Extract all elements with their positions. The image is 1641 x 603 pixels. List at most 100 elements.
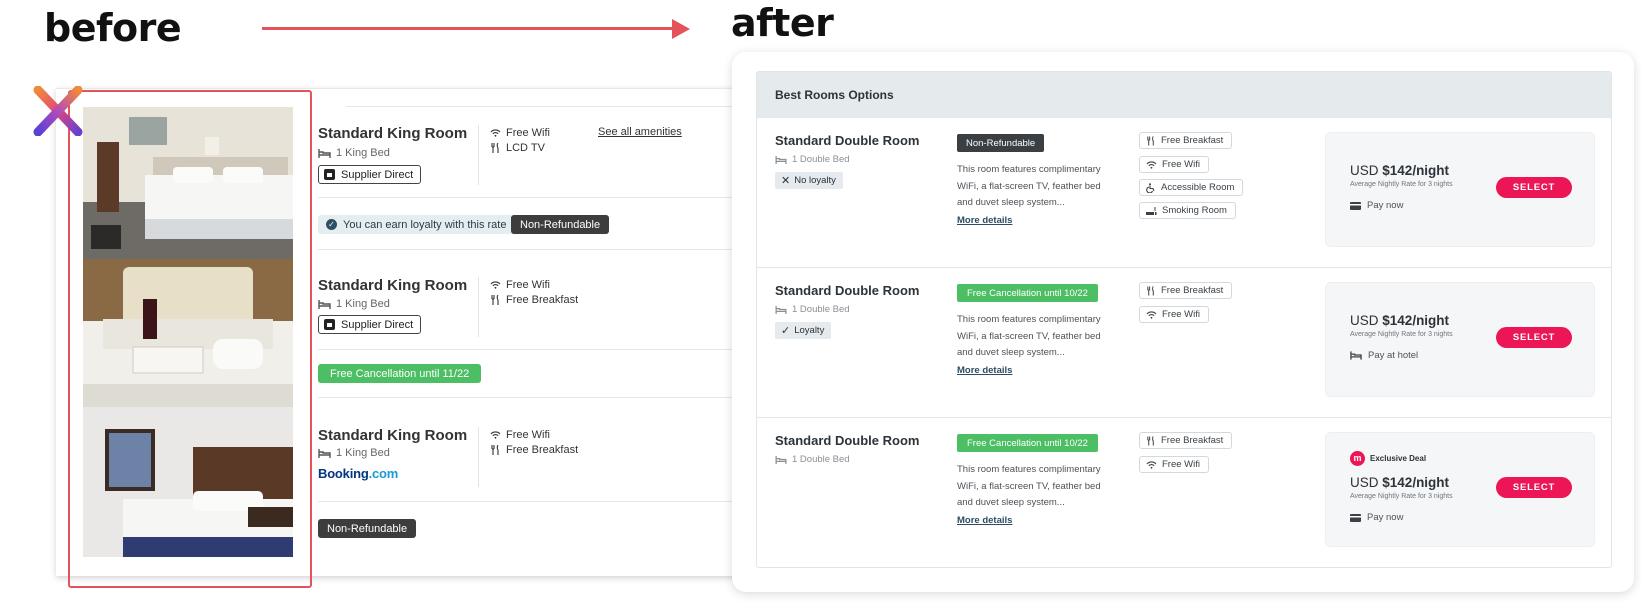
cutlery-icon	[1146, 435, 1156, 446]
bed-info: 1 King Bed	[318, 147, 390, 159]
amenity-label: Free Breakfast	[506, 444, 579, 456]
supplier-icon	[324, 319, 335, 330]
credit-card-icon	[1350, 201, 1361, 210]
select-button[interactable]: SELECT	[1496, 327, 1572, 348]
exclusive-deal-badge: m Exclusive Deal	[1350, 451, 1426, 466]
check-icon: ✓	[326, 219, 337, 230]
room-options-card: Best Rooms Options Standard Double Room …	[756, 71, 1612, 568]
amenity-breakfast: Free Breakfast	[490, 444, 578, 456]
bed-info: 1 Double Bed	[775, 154, 850, 165]
before-room-3: Standard King Room 1 King Bed Booking.co…	[318, 407, 736, 557]
currency: USD	[1350, 163, 1379, 178]
bed-info: 1 King Bed	[318, 298, 390, 310]
amenity-label: Free Wifi	[1162, 309, 1200, 320]
select-button[interactable]: SELECT	[1496, 177, 1572, 198]
room-photo-1	[83, 107, 293, 259]
more-details-link[interactable]: More details	[957, 365, 1012, 376]
room-title: Standard Double Room	[775, 133, 920, 148]
more-details-link[interactable]: More details	[957, 215, 1012, 226]
status-badge: Non-Refundable	[511, 215, 610, 234]
divider	[478, 427, 479, 487]
room-photo-2	[83, 259, 293, 407]
supplier-label: Supplier Direct	[341, 168, 414, 181]
pay-label: Pay at hotel	[1368, 350, 1419, 361]
bed-icon	[775, 455, 787, 464]
amenity-breakfast: Free Breakfast	[490, 294, 578, 306]
amenity-label: Free Breakfast	[1161, 285, 1224, 296]
bed-icon	[318, 299, 331, 309]
amenity-label: Accessible Room	[1161, 182, 1235, 193]
bed-info: 1 Double Bed	[775, 454, 850, 465]
amenity-label: Free Wifi	[506, 429, 550, 441]
price-card: m Exclusive Deal USD $142/night Average …	[1325, 432, 1595, 547]
after-panel: Best Rooms Options Standard Double Room …	[732, 52, 1634, 592]
cutlery-icon	[490, 295, 501, 305]
room-option-row: Standard Double Room 1 Double Bed Free C…	[757, 417, 1611, 567]
bed-info: 1 King Bed	[318, 447, 390, 459]
wifi-icon	[1146, 161, 1157, 169]
wifi-icon	[490, 431, 501, 439]
room-title: Standard King Room	[318, 125, 468, 142]
divider	[478, 125, 479, 185]
logo-text-a: Booking	[318, 466, 369, 481]
divider	[318, 397, 736, 398]
deal-logo-icon: m	[1350, 451, 1365, 466]
bed-label: 1 Double Bed	[792, 304, 850, 315]
status-badge: Non-Refundable	[318, 519, 417, 538]
amenity-label: Free Breakfast	[506, 294, 579, 306]
more-details-link[interactable]: More details	[957, 515, 1012, 526]
price-card: USD $142/night Average Nightly Rate for …	[1325, 132, 1595, 247]
amenity-breakfast: Free Breakfast	[1139, 432, 1233, 449]
check-icon: ✓	[781, 325, 791, 337]
bed-icon	[318, 148, 331, 158]
price-value: $142/night	[1382, 163, 1450, 178]
credit-card-icon	[1350, 513, 1361, 522]
wheelchair-icon	[1146, 182, 1156, 193]
tv-icon	[490, 143, 501, 153]
loyalty-badge: ✓ You can earn loyalty with this rate	[318, 215, 516, 234]
amenity-label: LCD TV	[506, 142, 545, 154]
status-badge: Free Cancellation until 11/22	[318, 364, 482, 383]
divider	[318, 249, 736, 250]
amenity-label: Free Wifi	[1162, 459, 1200, 470]
divider	[318, 349, 736, 350]
price: USD $142/night	[1350, 313, 1449, 328]
amenity-wifi: Free Wifi	[490, 127, 550, 139]
currency: USD	[1350, 475, 1379, 490]
amenity-wifi: Free Wifi	[1139, 456, 1209, 473]
before-label: before	[44, 6, 182, 50]
supplier-direct-badge: Supplier Direct	[318, 165, 422, 184]
bed-label: 1 King Bed	[336, 147, 390, 159]
room-description: This room features complimentary WiFi, a…	[957, 464, 1101, 508]
see-all-amenities-link[interactable]: See all amenities	[598, 126, 682, 138]
price-card: USD $142/night Average Nightly Rate for …	[1325, 282, 1595, 397]
divider	[478, 277, 479, 337]
wifi-icon	[490, 281, 501, 289]
bed-label: 1 Double Bed	[792, 154, 850, 165]
x-mark-icon	[32, 86, 84, 136]
price-value: $142/night	[1382, 313, 1450, 328]
divider	[318, 501, 736, 502]
loyalty-badge: ✓ Loyalty	[775, 322, 832, 339]
price: USD $142/night	[1350, 475, 1449, 490]
amenity-smoking: Smoking Room	[1139, 202, 1236, 219]
divider	[318, 197, 736, 198]
bed-icon	[318, 448, 331, 458]
price-subtext: Average Nightly Rate for 3 nights	[1350, 493, 1453, 500]
after-label: after	[731, 1, 834, 45]
price-value: $142/night	[1382, 475, 1450, 490]
hotel-bed-icon	[1350, 351, 1362, 360]
amenity-wifi: Free Wifi	[490, 429, 550, 441]
pay-label: Pay now	[1367, 512, 1404, 523]
room-title: Standard King Room	[318, 427, 468, 444]
select-button[interactable]: SELECT	[1496, 477, 1572, 498]
amenity-wifi: Free Wifi	[1139, 306, 1209, 323]
bed-icon	[775, 155, 787, 164]
status-badge: Non-Refundable	[957, 134, 1045, 152]
amenity-tv: LCD TV	[490, 142, 545, 154]
supplier-direct-badge: Supplier Direct	[318, 315, 422, 334]
payment-method: Pay now	[1350, 200, 1403, 211]
payment-method: Pay now	[1350, 512, 1403, 523]
cutlery-icon	[490, 445, 501, 455]
price: USD $142/night	[1350, 163, 1449, 178]
